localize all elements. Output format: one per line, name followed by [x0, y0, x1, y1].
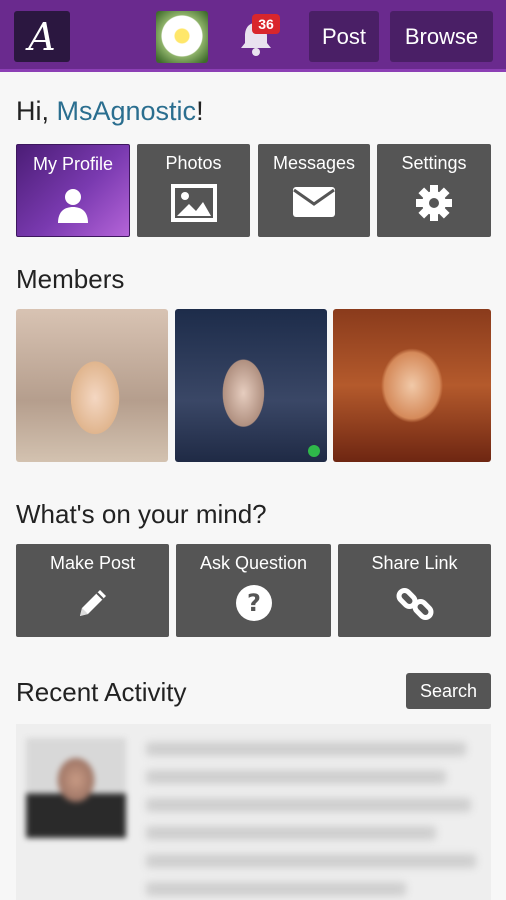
- ask-question-button[interactable]: Ask Question ?: [176, 544, 331, 637]
- activity-text-blurred: [146, 826, 436, 840]
- search-button[interactable]: Search: [406, 673, 491, 709]
- activity-text-blurred: [146, 882, 406, 896]
- share-link-button[interactable]: Share Link: [338, 544, 491, 637]
- activity-text-blurred: [146, 770, 446, 784]
- online-indicator: [308, 445, 320, 457]
- member-photo[interactable]: [333, 309, 491, 462]
- app-logo[interactable]: A: [14, 11, 70, 62]
- activity-text-blurred: [146, 798, 471, 812]
- notification-badge: 36: [252, 14, 280, 34]
- action-label: Ask Question: [199, 553, 308, 573]
- image-icon: [137, 184, 250, 222]
- tile-settings[interactable]: Settings: [377, 144, 491, 237]
- member-photo[interactable]: [16, 309, 168, 462]
- username-link[interactable]: MsAgnostic: [57, 96, 197, 126]
- member-photo[interactable]: [175, 309, 327, 462]
- tile-label: Messages: [272, 153, 356, 173]
- tile-label: My Profile: [32, 154, 113, 174]
- activity-avatar: [26, 738, 126, 838]
- members-title: Members: [16, 264, 125, 294]
- post-button[interactable]: Post: [309, 11, 379, 62]
- greeting-prefix: Hi,: [16, 96, 57, 126]
- activity-title: Recent Activity: [16, 677, 187, 707]
- greeting-suffix: !: [196, 96, 204, 126]
- pencil-icon: [16, 584, 169, 622]
- tile-photos[interactable]: Photos: [137, 144, 250, 237]
- browse-button[interactable]: Browse: [390, 11, 493, 62]
- activity-text-blurred: [146, 854, 476, 868]
- mind-title: What's on your mind?: [16, 499, 267, 529]
- greeting: Hi, MsAgnostic!: [16, 96, 204, 127]
- link-icon: [338, 584, 491, 624]
- tile-label: Photos: [165, 153, 222, 173]
- make-post-button[interactable]: Make Post: [16, 544, 169, 637]
- tile-my-profile[interactable]: My Profile: [16, 144, 130, 237]
- action-label: Make Post: [49, 553, 136, 573]
- tile-messages[interactable]: Messages: [258, 144, 370, 237]
- svg-text:?: ?: [247, 589, 261, 617]
- gear-icon: [377, 184, 491, 222]
- action-label: Share Link: [371, 553, 458, 573]
- activity-text-blurred: [146, 742, 466, 756]
- user-avatar[interactable]: [156, 11, 208, 63]
- envelope-icon: [258, 184, 370, 220]
- activity-item[interactable]: [16, 724, 491, 900]
- logo-letter: A: [28, 14, 56, 59]
- question-icon: ?: [176, 584, 331, 622]
- tile-label: Settings: [401, 153, 467, 173]
- user-icon: [17, 185, 129, 225]
